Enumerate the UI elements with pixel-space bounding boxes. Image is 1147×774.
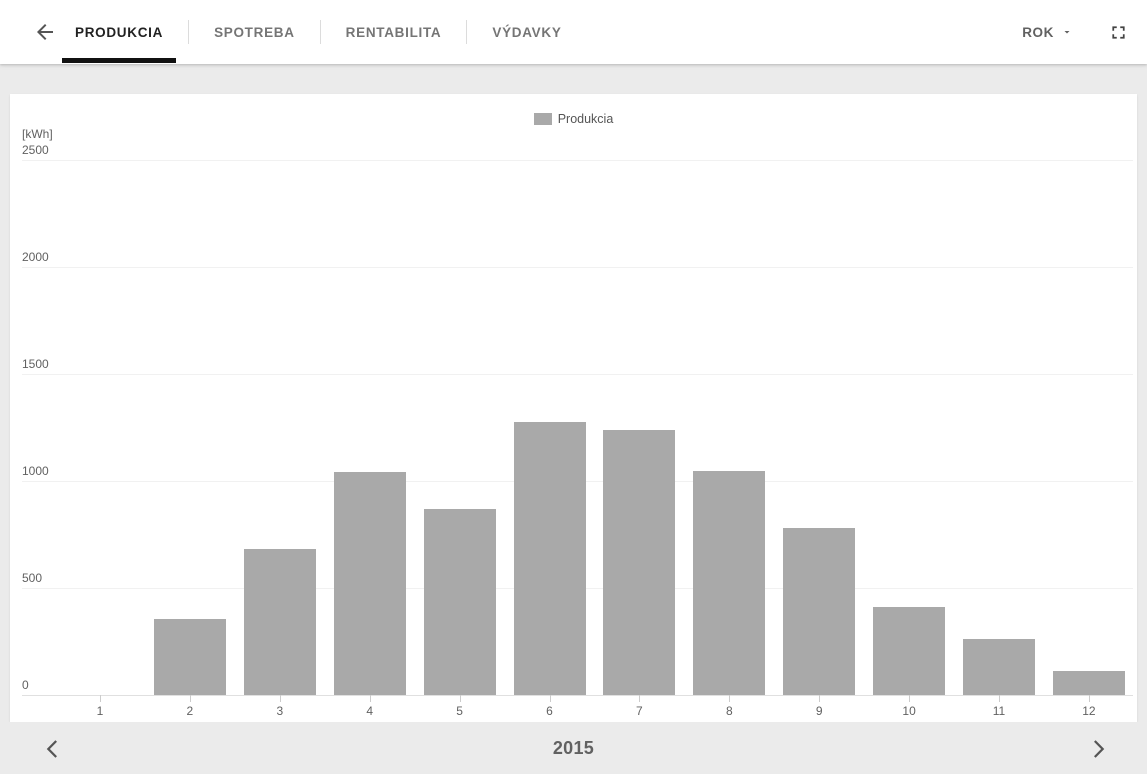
x-axis-tick <box>999 695 1000 702</box>
fullscreen-icon <box>1108 22 1129 43</box>
x-tick-label: 1 <box>96 704 104 718</box>
bar-month-4[interactable] <box>333 472 406 695</box>
y-tick-label: 2000 <box>22 250 49 264</box>
x-axis-tick <box>189 695 191 702</box>
active-tab-indicator <box>62 58 177 63</box>
y-axis-unit-label: [kWh] <box>22 127 53 141</box>
plot-area: 0 500 1000 1500 2000 2500 1 2 3 4 5 6 7 8 9 10 11 12 <box>22 144 1133 718</box>
tab-vydavky[interactable]: VÝDAVKY <box>479 0 574 64</box>
tab-separator <box>319 20 321 44</box>
y-tick-label: 500 <box>22 571 43 585</box>
bar-month-6[interactable] <box>513 422 586 695</box>
gridline <box>22 160 1133 161</box>
x-axis-tick <box>369 695 371 702</box>
tab-bar: PRODUKCIA SPOTREBA RENTABILITA VÝDAVKY <box>62 0 575 64</box>
topbar-right-controls: ROK <box>1016 0 1147 64</box>
x-tick-label: 11 <box>992 704 1006 718</box>
y-tick-label: 0 <box>22 678 29 692</box>
tab-rentabilita[interactable]: RENTABILITA <box>333 0 455 64</box>
bar-month-2[interactable] <box>153 619 226 695</box>
bar-month-9[interactable] <box>783 528 856 695</box>
gridline <box>22 374 1133 375</box>
bar-month-12[interactable] <box>1052 671 1125 695</box>
bar-month-11[interactable] <box>963 639 1035 695</box>
x-axis-tick <box>909 695 911 702</box>
chevron-left-icon <box>38 734 68 764</box>
tab-spotreba[interactable]: SPOTREBA <box>201 0 308 64</box>
x-axis-tick <box>549 695 551 702</box>
x-tick-label: 3 <box>276 704 284 718</box>
x-tick-label: 5 <box>456 704 463 718</box>
tab-produkcia[interactable]: PRODUKCIA <box>62 0 177 64</box>
x-tick-label: 8 <box>725 704 733 718</box>
x-tick-label: 7 <box>636 704 643 718</box>
caret-down-icon <box>1064 31 1070 34</box>
x-axis-tick <box>100 695 101 702</box>
tab-separator <box>188 20 190 44</box>
back-button[interactable] <box>28 15 62 49</box>
chevron-right-icon <box>1083 734 1113 764</box>
bar-month-8[interactable] <box>693 471 766 695</box>
x-tick-label: 9 <box>815 704 823 718</box>
x-tick-label: 10 <box>902 704 916 718</box>
x-axis-tick <box>459 695 461 702</box>
chart-card: 0 500 1000 1500 2000 2500 1 2 3 4 5 6 7 8 9 10 11 12 <box>10 94 1137 722</box>
bar-month-10[interactable] <box>873 607 946 695</box>
arrow-back-icon <box>33 20 57 44</box>
x-tick-label: 4 <box>366 704 374 718</box>
x-axis-tick <box>819 695 821 702</box>
x-axis-tick <box>639 695 641 702</box>
previous-period-button[interactable] <box>36 732 70 766</box>
bar-month-5[interactable] <box>423 508 496 695</box>
period-mode-dropdown[interactable]: ROK <box>1016 21 1079 44</box>
x-axis-tick <box>1088 695 1090 702</box>
y-tick-label: 2500 <box>22 143 49 157</box>
legend-label: Produkcia <box>557 112 614 126</box>
tab-label: PRODUKCIA <box>75 24 164 40</box>
tab-separator <box>466 20 468 44</box>
x-axis-tick <box>729 695 731 702</box>
gridline <box>22 267 1133 268</box>
y-tick-label: 1500 <box>22 357 49 371</box>
x-tick-label: 2 <box>186 704 194 718</box>
x-tick-label: 12 <box>1082 704 1096 718</box>
gridline <box>22 695 1133 696</box>
period-mode-label: ROK <box>1022 24 1054 40</box>
period-navigation: 2015 <box>0 722 1147 774</box>
top-app-bar: PRODUKCIA SPOTREBA RENTABILITA VÝDAVKY R… <box>0 0 1147 64</box>
legend: Produkcia <box>0 112 1147 126</box>
tab-label: RENTABILITA <box>345 24 442 40</box>
tab-label: VÝDAVKY <box>492 24 562 40</box>
next-period-button[interactable] <box>1081 732 1115 766</box>
period-label: 2015 <box>552 737 595 758</box>
y-tick-label: 1000 <box>22 464 49 478</box>
x-tick-label: 6 <box>546 704 553 718</box>
x-axis-tick <box>279 695 281 702</box>
fullscreen-button[interactable] <box>1101 15 1135 49</box>
bar-month-7[interactable] <box>603 429 676 695</box>
bar-month-3[interactable] <box>243 549 316 695</box>
legend-swatch-icon <box>533 113 552 125</box>
tab-label: SPOTREBA <box>214 24 295 40</box>
